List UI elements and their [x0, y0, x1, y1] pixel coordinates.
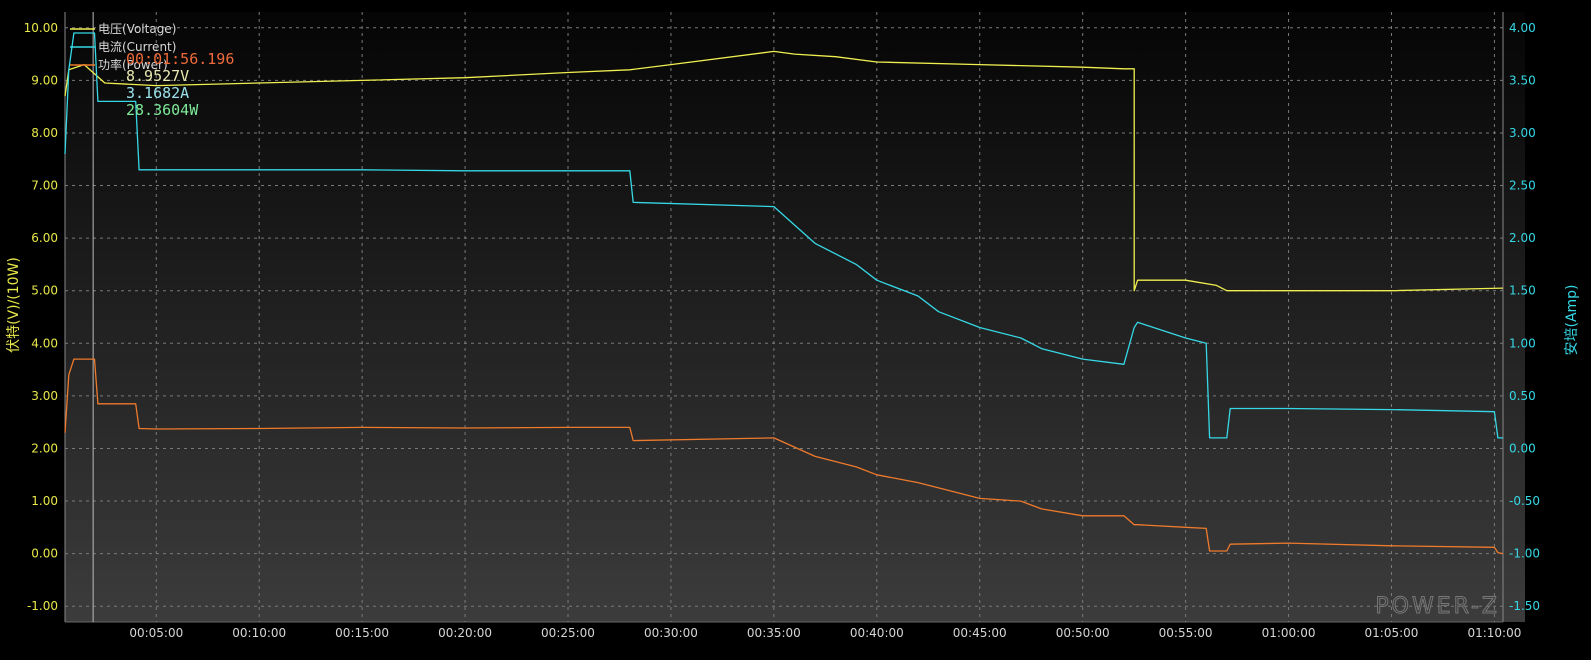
right-tick-label: 2.50 [1509, 179, 1536, 193]
right-tick-label: -1.00 [1509, 547, 1540, 561]
left-tick-label: 2.00 [31, 441, 58, 455]
right-tick-label: 0.00 [1509, 441, 1536, 455]
left-axis-label: 伏特(V)/(10W) [6, 257, 22, 353]
cursor-time: 00:01:56.196 [126, 50, 234, 68]
right-tick-label: 4.00 [1509, 21, 1536, 35]
right-tick-label: -0.50 [1509, 494, 1540, 508]
right-tick-label: -1.50 [1509, 599, 1540, 613]
left-tick-label: 7.00 [31, 179, 58, 193]
left-axis-ticks: -1.00 0.00 1.00 2.00 3.00 4.00 5.00 6.00 7.00 8.0… [24, 21, 58, 613]
x-tick-label: 00:20:00 [438, 626, 492, 640]
legend-voltage: 电压(Voltage) [98, 22, 176, 36]
left-tick-label: 6.00 [31, 231, 58, 245]
x-tick-label: 00:30:00 [644, 626, 698, 640]
chart-svg: -1.00 0.00 1.00 2.00 3.00 4.00 5.00 6.00 7.00 8.0… [6, 12, 1580, 640]
x-tick-label: 00:05:00 [129, 626, 183, 640]
right-tick-label: 3.00 [1509, 126, 1536, 140]
x-tick-label: 00:45:00 [953, 626, 1007, 640]
left-tick-label: 1.00 [31, 494, 58, 508]
left-tick-label: 9.00 [31, 73, 58, 87]
power-z-chart: -1.00 0.00 1.00 2.00 3.00 4.00 5.00 6.00 7.00 8.0… [0, 0, 1591, 656]
left-tick-label: 0.00 [31, 547, 58, 561]
plot-background [65, 12, 1525, 622]
cursor-power: 28.3604W [126, 101, 199, 119]
left-tick-label: 10.00 [24, 21, 58, 35]
cursor-voltage: 8.9527V [126, 67, 189, 85]
cursor-current: 3.1682A [126, 84, 189, 102]
x-tick-label: 00:10:00 [232, 626, 286, 640]
left-tick-label: 8.00 [31, 126, 58, 140]
x-tick-label: 01:10:00 [1467, 626, 1521, 640]
right-tick-label: 2.00 [1509, 231, 1536, 245]
x-tick-label: 00:15:00 [335, 626, 389, 640]
x-tick-label: 00:55:00 [1159, 626, 1213, 640]
right-tick-label: 0.50 [1509, 389, 1536, 403]
right-tick-label: 1.50 [1509, 284, 1536, 298]
x-tick-label: 01:05:00 [1365, 626, 1419, 640]
x-tick-label: 00:40:00 [850, 626, 904, 640]
x-axis-ticks: 00:05:00 00:10:00 00:15:00 00:20:00 00:25:00… [129, 626, 1521, 640]
left-tick-label: 4.00 [31, 336, 58, 350]
left-tick-label: 5.00 [31, 284, 58, 298]
right-tick-label: 3.50 [1509, 73, 1536, 87]
left-tick-label: -1.00 [27, 599, 58, 613]
right-tick-label: 1.00 [1509, 336, 1536, 350]
right-axis-label: 安培(Amp) [1564, 284, 1580, 355]
watermark-logo: POWER-Z [1375, 594, 1500, 619]
x-tick-label: 01:00:00 [1262, 626, 1316, 640]
x-tick-label: 00:50:00 [1056, 626, 1110, 640]
left-tick-label: 3.00 [31, 389, 58, 403]
x-tick-label: 00:35:00 [747, 626, 801, 640]
x-tick-label: 00:25:00 [541, 626, 595, 640]
